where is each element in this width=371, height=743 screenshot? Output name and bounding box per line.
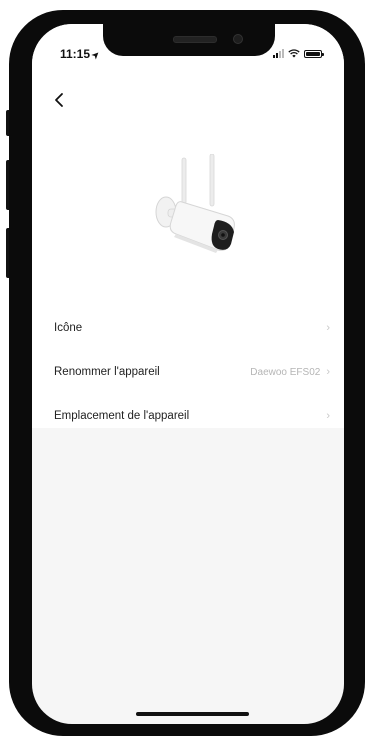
battery-icon: [304, 50, 324, 58]
chevron-left-icon[interactable]: [50, 90, 70, 110]
status-time: 11:15➤: [60, 47, 103, 62]
phone-notch: [103, 24, 275, 56]
device-name-value: Daewoo EFS02: [250, 366, 321, 378]
cellular-signal-icon: [273, 49, 284, 58]
settings-item-label: Renommer l'appareil: [54, 366, 160, 378]
settings-item-right: Daewoo EFS02 ›: [250, 366, 330, 378]
earpiece-speaker: [173, 36, 217, 43]
settings-list: Icône › Renommer l'appareil Daewoo EFS02…: [32, 306, 344, 438]
phone-screen: 11:15➤ Icône › Renommer l'appareil Daewo…: [32, 24, 344, 724]
screenshot-stage: 11:15➤ Icône › Renommer l'appareil Daewo…: [0, 0, 371, 743]
settings-item-icon[interactable]: Icône ›: [32, 306, 344, 350]
front-camera: [233, 34, 243, 44]
home-indicator[interactable]: [136, 712, 249, 716]
status-icons: [273, 49, 324, 58]
status-time-text: 11:15: [60, 47, 91, 61]
settings-item-rename-device[interactable]: Renommer l'appareil Daewoo EFS02 ›: [32, 350, 344, 394]
wifi-icon: [288, 49, 300, 58]
settings-item-right: ›: [326, 322, 330, 334]
chevron-right-icon: ›: [326, 410, 330, 422]
settings-item-device-location[interactable]: Emplacement de l'appareil ›: [32, 394, 344, 438]
settings-item-right: ›: [326, 410, 330, 422]
outdoor-camera-image: [155, 154, 235, 253]
chevron-right-icon: ›: [326, 322, 330, 334]
settings-item-label: Icône: [54, 322, 83, 334]
chevron-right-icon: ›: [326, 366, 330, 378]
phone-frame: 11:15➤ Icône › Renommer l'appareil Daewo…: [9, 10, 365, 736]
settings-item-label: Emplacement de l'appareil: [54, 410, 190, 422]
